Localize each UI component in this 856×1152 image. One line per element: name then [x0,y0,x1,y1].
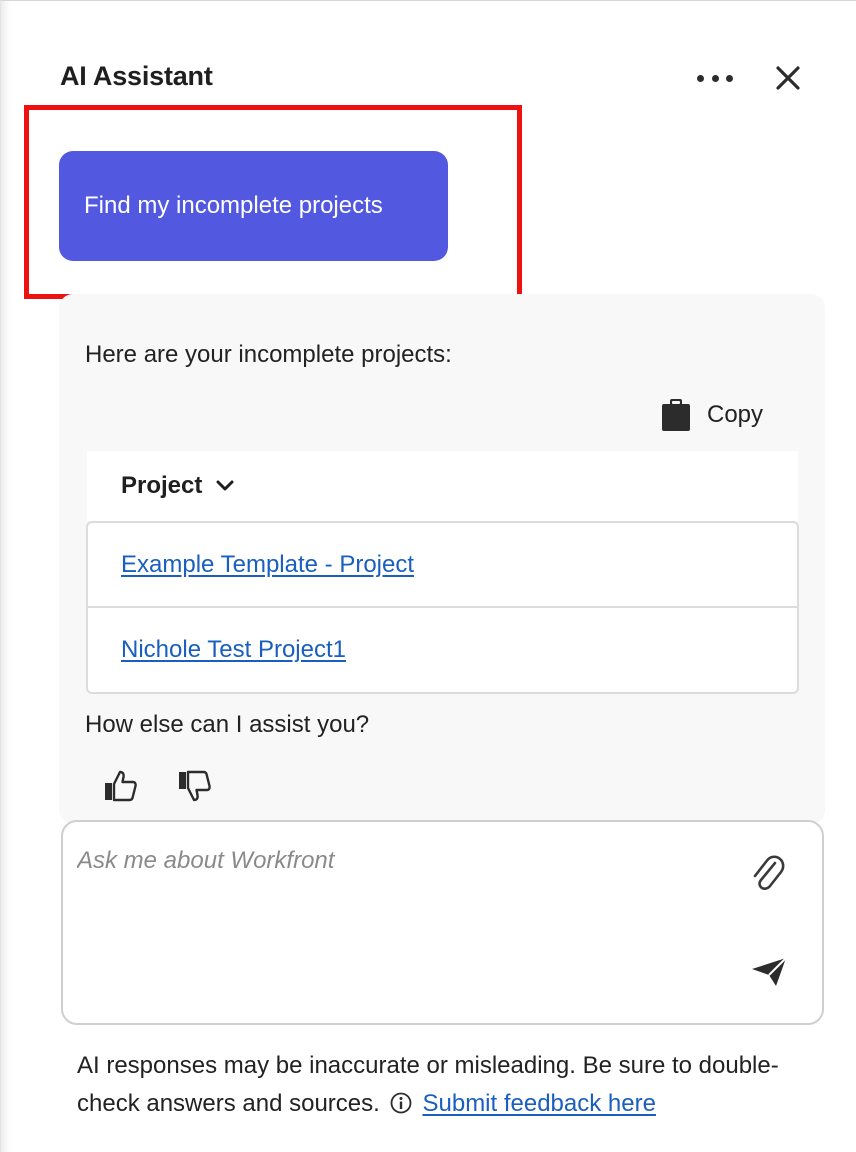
panel-title: AI Assistant [60,61,213,91]
more-dot [697,74,704,82]
chat-input[interactable] [77,847,717,987]
submit-feedback-link[interactable]: Submit feedback here [422,1090,655,1117]
ai-assistant-panel: AI Assistant Find my incomplete projects… [0,0,856,1152]
send-icon[interactable] [750,956,788,988]
paperclip-icon[interactable] [749,853,785,893]
copy-label: Copy [707,401,764,428]
more-dot [711,74,719,82]
response-intro-text: Here are your incomplete projects: [85,341,452,368]
chevron-down-icon [216,480,234,491]
more-dot [726,74,733,82]
more-horizontal-icon[interactable] [697,71,733,85]
project-link[interactable]: Example Template - Project [121,551,414,579]
followup-text: How else can I assist you? [85,711,370,738]
suggested-prompt-button[interactable]: Find my incomplete projects [59,151,448,261]
close-icon[interactable] [773,63,803,93]
projects-table: Example Template - Project Nichole Test … [86,521,799,694]
column-header-project[interactable]: Project [121,472,234,500]
project-link[interactable]: Nichole Test Project1 [121,636,346,664]
column-header-label: Project [121,472,203,499]
table-row: Example Template - Project [88,523,797,608]
clipboard-icon [662,399,690,431]
disclaimer: AI responses may be inaccurate or mislea… [77,1047,817,1123]
thumbs-down-icon[interactable] [176,768,212,804]
info-icon[interactable] [390,1092,412,1114]
thumbs-up-icon[interactable] [102,768,138,804]
copy-button[interactable]: Copy [661,395,777,435]
table-row: Nichole Test Project1 [88,608,797,693]
